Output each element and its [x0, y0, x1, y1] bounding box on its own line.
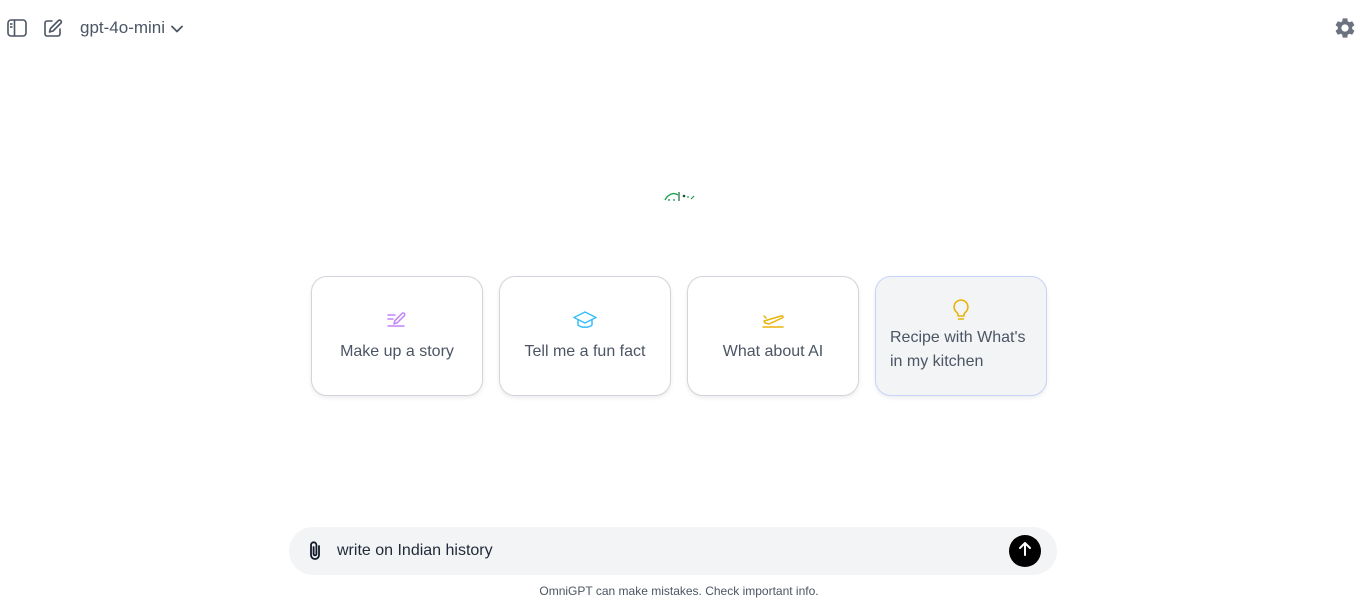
graduation-cap-icon: [573, 308, 597, 332]
prompt-input[interactable]: [337, 537, 997, 565]
send-button[interactable]: [1009, 535, 1041, 567]
model-selector[interactable]: gpt-4o-mini: [72, 14, 191, 42]
pencil-icon: [385, 308, 409, 332]
model-name: gpt-4o-mini: [80, 18, 166, 37]
suggestion-card-recipe[interactable]: Recipe with What's in my kitchen: [875, 276, 1047, 396]
suggestion-label: What about AI: [722, 343, 824, 360]
paperclip-icon[interactable]: [303, 539, 327, 563]
gear-icon[interactable]: [1331, 14, 1358, 42]
message-composer: [289, 527, 1057, 575]
lightbulb-icon: [949, 298, 973, 322]
suggestion-card-ai[interactable]: What about AI: [687, 276, 859, 396]
arrow-up-icon: [1017, 541, 1033, 562]
suggestion-card-story[interactable]: Make up a story: [311, 276, 483, 396]
chevron-down-icon: [171, 18, 183, 38]
suggestion-cards: Make up a story Tell me a fun fact What …: [311, 276, 1047, 396]
edit-icon[interactable]: [39, 14, 67, 42]
suggestion-label: Tell me a fun fact: [524, 343, 646, 360]
app-logo-icon: [662, 186, 698, 204]
top-bar: gpt-4o-mini: [0, 0, 1358, 56]
disclaimer-text: OmniGPT can make mistakes. Check importa…: [539, 584, 819, 598]
airplane-icon: [761, 308, 785, 332]
suggestion-card-fun-fact[interactable]: Tell me a fun fact: [499, 276, 671, 396]
sidebar-toggle-icon[interactable]: [3, 14, 31, 42]
suggestion-label: Recipe with What's in my kitchen: [890, 329, 1026, 370]
suggestion-label: Make up a story: [340, 343, 454, 360]
